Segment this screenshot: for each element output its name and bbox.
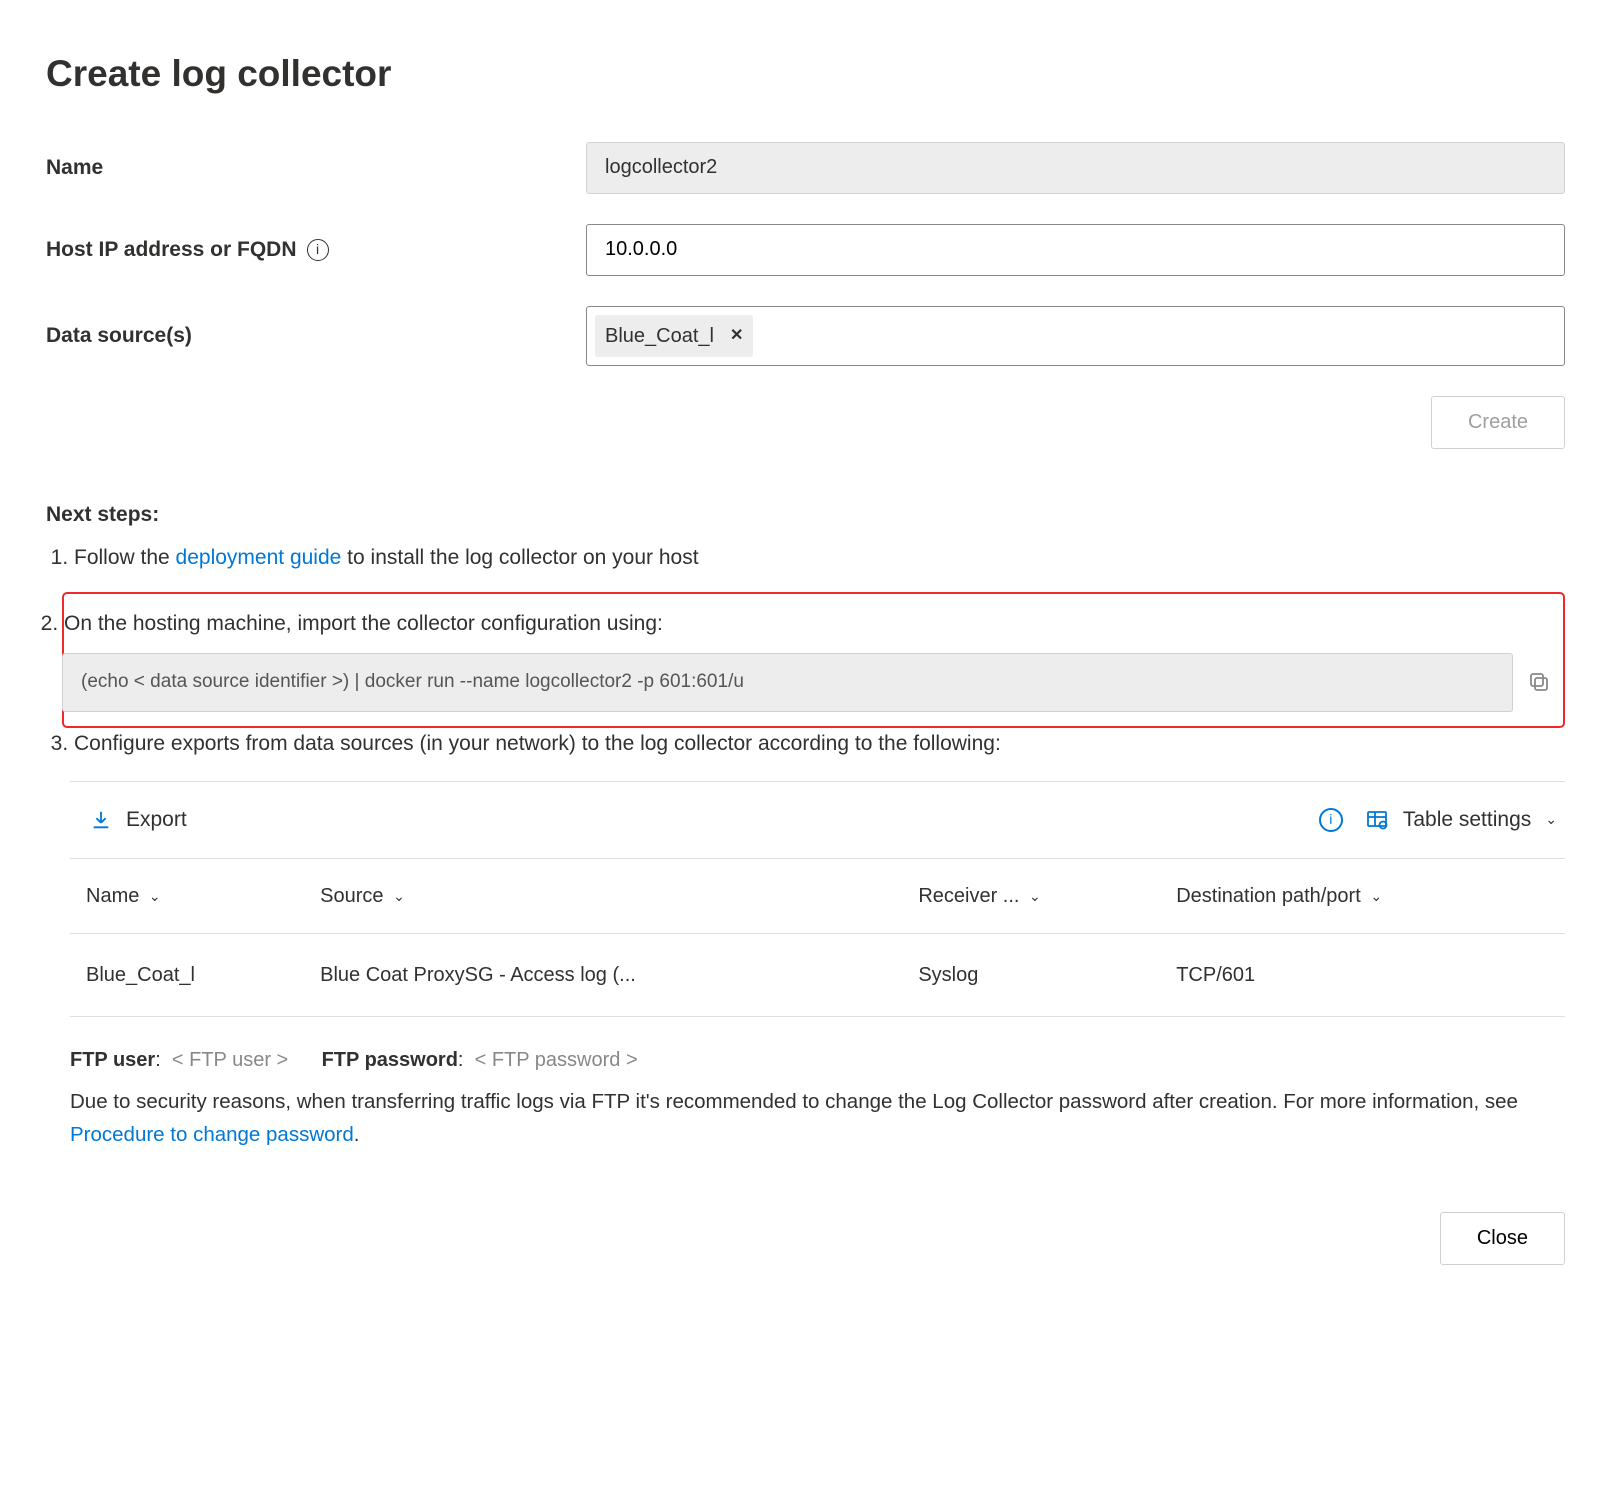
table-settings-label: Table settings [1403, 804, 1531, 836]
info-icon[interactable]: i [307, 239, 329, 261]
ftp-credentials: FTP user: < FTP user > FTP password: < F… [70, 1045, 1565, 1075]
step-2-text: On the hosting machine, import the colle… [64, 612, 663, 635]
close-button[interactable]: Close [1440, 1212, 1565, 1265]
cell-name: Blue_Coat_l [70, 933, 304, 1016]
host-label-text: Host IP address or FQDN [46, 234, 297, 266]
step-1: Follow the deployment guide to install t… [74, 542, 1565, 574]
note-pre: Due to security reasons, when transferri… [70, 1090, 1518, 1113]
ftp-pass-label: FTP password [322, 1049, 458, 1071]
copy-icon[interactable] [1527, 670, 1551, 694]
step-3: Configure exports from data sources (in … [74, 728, 1565, 1153]
col-receiver[interactable]: Receiver ... ⌄ [902, 858, 1160, 933]
chevron-down-icon: ⌄ [1370, 888, 1382, 904]
download-icon [90, 809, 112, 831]
step-2: On the hosting machine, import the colle… [64, 608, 1551, 712]
cell-dest: TCP/601 [1160, 933, 1565, 1016]
step-1-pre: Follow the [74, 546, 176, 569]
info-icon[interactable]: i [1319, 808, 1343, 832]
host-input[interactable] [586, 224, 1565, 276]
page-title: Create log collector [46, 46, 1565, 102]
step-3-text: Configure exports from data sources (in … [74, 732, 1001, 755]
cell-receiver: Syslog [902, 933, 1160, 1016]
security-note: Due to security reasons, when transferri… [70, 1085, 1565, 1153]
datasource-label: Data source(s) [46, 320, 586, 352]
tag-label: Blue_Coat_l [605, 321, 714, 351]
step-1-post: to install the log collector on your hos… [341, 546, 698, 569]
tag-remove-icon[interactable]: ✕ [730, 324, 743, 348]
col-source[interactable]: Source ⌄ [304, 858, 902, 933]
change-password-link[interactable]: Procedure to change password [70, 1123, 354, 1146]
col-dest[interactable]: Destination path/port ⌄ [1160, 858, 1565, 933]
table-settings-icon [1365, 808, 1389, 832]
col-name[interactable]: Name ⌄ [70, 858, 304, 933]
datasource-tag: Blue_Coat_l ✕ [595, 315, 753, 357]
chevron-down-icon: ⌄ [393, 888, 405, 904]
chevron-down-icon: ⌄ [1029, 888, 1041, 904]
ftp-user-label: FTP user [70, 1049, 155, 1071]
export-button[interactable]: Export [90, 804, 187, 836]
name-label: Name [46, 152, 586, 184]
next-steps-heading: Next steps: [46, 499, 1565, 531]
datasource-table: Name ⌄ Source ⌄ Receiver ... ⌄ Destinati… [70, 858, 1565, 1017]
create-button[interactable]: Create [1431, 396, 1565, 449]
datasource-input[interactable]: Blue_Coat_l ✕ [586, 306, 1565, 366]
ftp-user-value: < FTP user > [172, 1049, 288, 1071]
export-label: Export [126, 804, 187, 836]
command-block: (echo < data source identifier >) | dock… [62, 653, 1513, 712]
name-input[interactable] [586, 142, 1565, 194]
table-settings-button[interactable]: Table settings ⌄ [1365, 804, 1557, 836]
chevron-down-icon: ⌄ [1545, 809, 1557, 830]
table-row[interactable]: Blue_Coat_l Blue Coat ProxySG - Access l… [70, 933, 1565, 1016]
cell-source: Blue Coat ProxySG - Access log (... [304, 933, 902, 1016]
deployment-guide-link[interactable]: deployment guide [176, 546, 342, 569]
ftp-pass-value: < FTP password > [475, 1049, 638, 1071]
chevron-down-icon: ⌄ [149, 888, 161, 904]
host-label: Host IP address or FQDN i [46, 234, 586, 266]
note-post: . [354, 1123, 360, 1146]
